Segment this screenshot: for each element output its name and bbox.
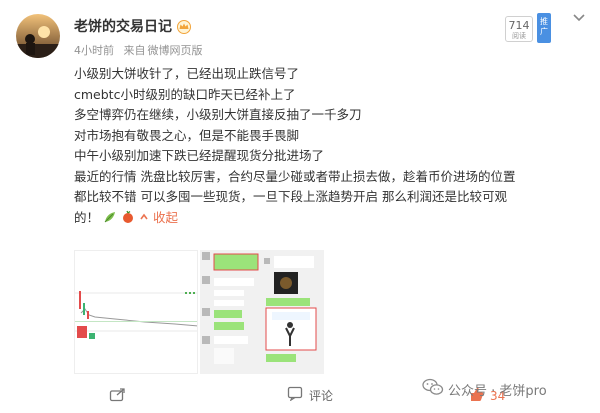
share-icon [109, 386, 127, 405]
crown-badge-icon [176, 19, 192, 34]
read-label: 阅读 [512, 32, 526, 40]
avatar[interactable] [16, 14, 60, 58]
watermark: 公众号 · 老饼pro [422, 378, 547, 400]
wechat-icon [422, 378, 444, 400]
username[interactable]: 老饼的交易日记 [74, 16, 172, 36]
post-line: 中午小级别加速下跌已经提醒现货分批进场了 [74, 148, 325, 163]
promote-tag[interactable]: 推广 [537, 13, 551, 43]
post-paragraph-end: 的！ 收起 [74, 208, 574, 229]
read-count-badge: 714 阅读 [505, 16, 533, 42]
post-image-chart[interactable] [74, 250, 198, 374]
comment-icon [287, 386, 303, 404]
post-line: 小级别大饼收针了，已经出现止跌信号了 [74, 66, 300, 81]
post-paragraph-line: 最近的行情 洗盘比较厉害，合约尽量少碰或者带止损去做，趁着币价进场的位置 [74, 168, 516, 184]
share-button[interactable] [109, 386, 127, 405]
post-paragraph-line: 都比较不错 可以多囤一些现货，一旦下段上涨趋势开启 那么利润还是比较可观 [74, 189, 507, 204]
collapse-label: 收起 [152, 209, 178, 225]
post-line: cmebtc小时级别的缺口昨天已经补上了 [74, 86, 296, 102]
post-line-end: 的！ [74, 209, 100, 225]
source-prefix: 来自 [123, 44, 146, 57]
collapse-arrow-icon [139, 210, 153, 225]
chevron-down-icon[interactable] [572, 8, 586, 22]
post-line: 对市场抱有敬畏之心，但是不能畏手畏脚 [74, 127, 300, 143]
fruit-emoji-icon [121, 210, 139, 225]
post-line: 多空博弈仍在继续，小级别大饼直接反抽了一千多刀 [74, 107, 362, 122]
post-image-chat[interactable] [200, 250, 324, 374]
post-source[interactable]: 微博网页版 [148, 44, 203, 57]
post-time[interactable]: 4小时前 [74, 44, 114, 57]
comment-label: 评论 [309, 388, 334, 403]
watermark-text: 公众号 · 老饼pro [448, 383, 547, 399]
read-count: 714 [508, 19, 530, 32]
comment-button[interactable]: 评论 [287, 386, 333, 404]
leaf-emoji-icon [103, 210, 121, 225]
post-meta: 4小时前 来自 微博网页版 [74, 42, 209, 58]
collapse-link[interactable]: 收起 [139, 210, 178, 225]
post-content: 小级别大饼收针了，已经出现止跌信号了 cmebtc小时级别的缺口昨天已经补上了 … [74, 64, 574, 228]
